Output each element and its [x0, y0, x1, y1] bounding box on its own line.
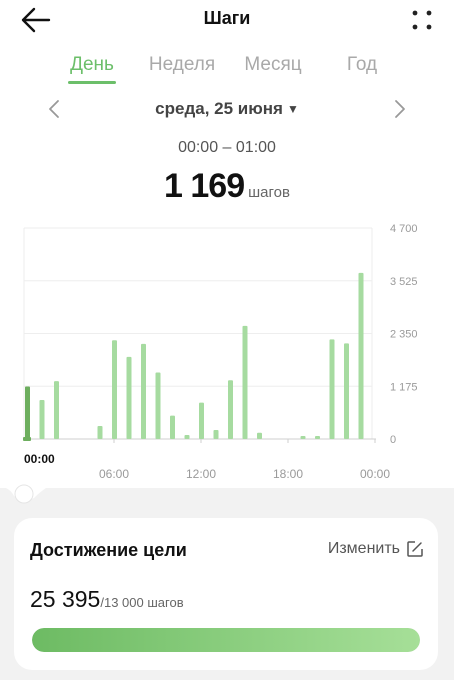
y-tick-label: 4 700: [390, 223, 418, 235]
date-picker[interactable]: среда, 25 июня ▼: [0, 99, 454, 119]
bar: [213, 430, 219, 439]
chevron-right-icon: [395, 100, 405, 118]
bar-selected: [25, 386, 30, 439]
edit-icon: [407, 541, 423, 557]
bar: [126, 356, 132, 439]
goal-title: Достижение цели: [30, 540, 187, 560]
steps-panel: Шаги День Неделя Месяц Год среда, 25 июн…: [0, 0, 454, 488]
x-tick-label: 18:00: [273, 467, 303, 481]
bar: [329, 339, 335, 439]
more-options-button[interactable]: [410, 8, 434, 32]
more-dots-icon: [412, 10, 432, 30]
chart-bottom-curve: [0, 470, 60, 510]
goal-value: 25 395/13 000 шагов: [30, 586, 184, 613]
goal-progress-bar: [32, 628, 420, 652]
bar: [155, 372, 161, 439]
next-day-button[interactable]: [390, 97, 410, 121]
y-tick-label: 3 525: [390, 276, 418, 288]
x-tick-label: 00:00: [360, 467, 390, 481]
y-tick-label: 0: [390, 434, 396, 446]
edit-goal-label: Изменить: [327, 540, 400, 557]
selected-steps: 1 169 шагов: [0, 167, 454, 206]
tab-day[interactable]: День: [60, 54, 124, 76]
bar: [170, 415, 175, 439]
period-tabs: День Неделя Месяц Год: [0, 50, 454, 84]
edit-goal-button[interactable]: Изменить: [328, 540, 424, 558]
bar: [199, 402, 204, 439]
date-label: среда, 25 июня: [155, 99, 283, 118]
x-tick-label: 06:00: [99, 467, 129, 481]
bar: [242, 325, 248, 439]
bar: [54, 381, 59, 439]
bar: [344, 343, 349, 439]
bar: [112, 340, 117, 439]
bar: [39, 399, 45, 439]
bar: [228, 380, 233, 439]
steps-count: 1 169: [164, 167, 245, 205]
goal-progress-fill: [32, 628, 420, 652]
bar: [184, 434, 190, 439]
goal-target: /13 000 шагов: [100, 595, 184, 610]
page-title: Шаги: [203, 8, 251, 28]
tab-week[interactable]: Неделя: [142, 54, 222, 76]
goal-card: Достижение цели Изменить 25 395/13 000 ш…: [14, 518, 438, 670]
bar: [97, 425, 103, 439]
hourly-steps-chart[interactable]: 4 700 3 525 2 350 1 175 0 06:00 12:00 18:00 00:0…: [0, 218, 454, 488]
selected-bar-marker: [23, 437, 31, 441]
bar: [315, 436, 320, 439]
tab-active-indicator: [68, 81, 116, 84]
goal-current: 25 395: [30, 586, 101, 612]
y-tick-label: 2 350: [390, 329, 418, 341]
bar: [257, 432, 262, 439]
steps-unit: шагов: [248, 184, 290, 201]
bar: [358, 272, 364, 439]
selected-bar-label: 00:00: [24, 452, 55, 466]
tab-month[interactable]: Месяц: [238, 54, 308, 76]
bar: [141, 343, 146, 439]
tab-year[interactable]: Год: [338, 54, 386, 76]
date-navigator: среда, 25 июня ▼: [0, 95, 454, 123]
selected-time-range: 00:00 – 01:00: [178, 139, 276, 156]
app-header: Шаги: [0, 0, 454, 40]
y-tick-label: 1 175: [390, 381, 418, 393]
caret-down-icon: ▼: [286, 102, 299, 116]
x-tick-label: 12:00: [186, 467, 216, 481]
bar: [300, 436, 306, 439]
